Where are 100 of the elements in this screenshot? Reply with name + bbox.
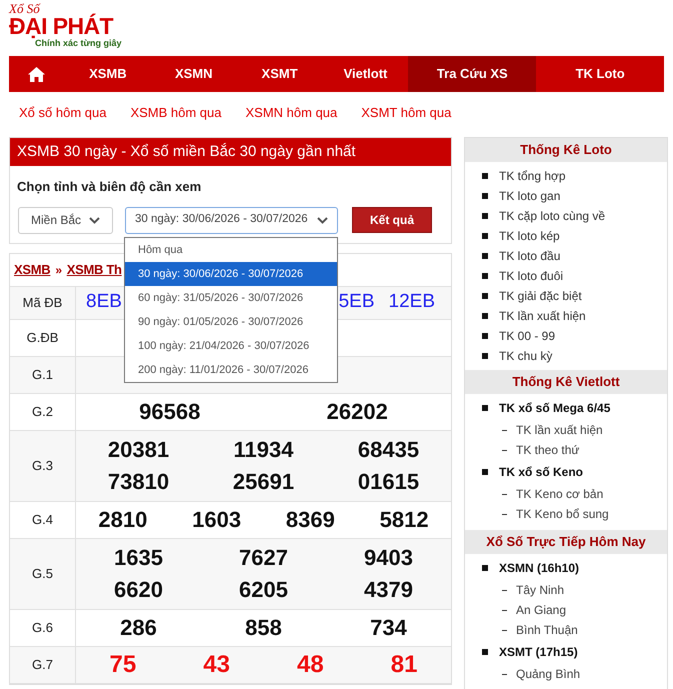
prize-number: 8369 <box>284 506 336 534</box>
prize-number: 858 <box>244 614 283 642</box>
quick-link[interactable]: XSMB hôm qua <box>130 103 222 123</box>
special-code: 5EB <box>338 290 375 314</box>
special-code: 12EB <box>388 290 435 314</box>
province-select[interactable]: Miền Bắc <box>18 206 113 234</box>
chevron-down-icon <box>89 216 100 224</box>
section-heading: Thống Kê Loto <box>465 138 667 162</box>
prize-number: 25691 <box>232 468 296 496</box>
sidebar-link[interactable]: TK tổng hợp <box>499 167 566 185</box>
panel-title: XSMB 30 ngày - Xổ số miền Bắc 30 ngày gần nhất <box>10 138 451 166</box>
home-icon <box>28 66 46 82</box>
bullet-icon <box>482 405 488 411</box>
bullet-icon <box>482 353 488 359</box>
prize-number: 96568 <box>138 398 202 426</box>
sidebar-link[interactable]: TK Keno cơ bản <box>516 485 604 503</box>
group-link[interactable]: XSMN (16h10) <box>499 559 580 577</box>
logo-title: ĐẠI PHÁT <box>9 15 114 38</box>
prize-label: G.6 <box>10 610 76 646</box>
quick-link[interactable]: XSMN hôm qua <box>246 103 338 123</box>
logo-tagline: Chính xác từng giây <box>35 39 123 48</box>
bullet-icon <box>482 333 488 339</box>
sidebar-link[interactable]: TK loto kép <box>499 227 560 245</box>
sidebar-link[interactable]: TK 00 - 99 <box>499 327 556 345</box>
sidebar-link[interactable]: TK giải đặc biệt <box>499 287 582 305</box>
sidebar-link[interactable]: TK lần xuất hiện <box>499 307 586 325</box>
prize-number: 6205 <box>238 576 289 604</box>
prize-label: G.4 <box>10 502 76 538</box>
quick-link[interactable]: Xổ số hôm qua <box>19 103 106 123</box>
bullet-icon <box>482 649 488 655</box>
bullet-icon <box>482 173 488 179</box>
prize-number: 1603 <box>191 506 242 534</box>
group-link[interactable]: TK xổ số Keno <box>499 463 584 481</box>
dropdown-option[interactable]: 200 ngày: 11/01/2026 - 30/07/2026 <box>125 358 337 382</box>
prize-number: 286 <box>119 614 158 642</box>
sidebar-link[interactable]: TK theo thứ <box>516 441 580 459</box>
nav-tab[interactable]: Tra Cứu XS <box>408 56 536 92</box>
prize-number: 7627 <box>238 544 289 572</box>
chevron-down-icon <box>317 216 328 224</box>
prize-number: 2810 <box>97 506 148 534</box>
dropdown-option[interactable]: 90 ngày: 01/05/2026 - 30/07/2026 <box>125 310 337 334</box>
section-heading: Thống Kê Vietlott <box>465 370 667 394</box>
prize-label: G.5 <box>10 538 76 608</box>
prize-number: 734 <box>369 614 408 642</box>
prize-number: 75 <box>108 650 138 680</box>
prize-label: G.1 <box>10 356 76 392</box>
quick-link[interactable]: XSMT hôm qua <box>361 103 452 123</box>
prize-number: 73810 <box>106 468 170 496</box>
sidebar-link[interactable]: TK lần xuất hiện <box>516 421 603 439</box>
range-select[interactable]: 30 ngày: 30/06/2026 - 30/07/2026 <box>125 206 338 234</box>
sidebar-link[interactable]: Tây Ninh <box>516 581 564 599</box>
prize-number: 68435 <box>356 436 420 464</box>
sidebar-link[interactable]: Quảng Bình <box>516 665 580 683</box>
prize-number: 1635 <box>113 544 164 572</box>
sidebar-link[interactable]: TK chu kỳ <box>499 347 552 365</box>
bullet-icon <box>482 565 488 571</box>
prize-label: G.7 <box>10 646 76 682</box>
prize-label: G.2 <box>10 394 76 430</box>
group-link[interactable]: TK xổ số Mega 6/45 <box>499 399 610 417</box>
prize-number: 5812 <box>378 506 430 534</box>
form-label: Chọn tỉnh và biên độ cần xem <box>16 178 202 196</box>
prize-number: 26202 <box>326 398 389 426</box>
prize-number: 4379 <box>363 576 414 604</box>
sidebar-link[interactable]: TK Keno bổ sung <box>516 505 609 523</box>
prize-label: Mã ĐB <box>10 286 76 318</box>
logo-script: Xổ Số <box>9 2 42 15</box>
special-code: 8EB <box>86 290 122 314</box>
breadcrumb-link[interactable]: XSMB <box>14 260 50 280</box>
breadcrumb-separator: » <box>55 262 62 278</box>
group-link[interactable]: XSMT (17h15) <box>499 643 578 661</box>
prize-label: G.3 <box>10 430 76 500</box>
bullet-icon <box>482 293 488 299</box>
dropdown-option[interactable]: 100 ngày: 21/04/2026 - 30/07/2026 <box>125 334 337 358</box>
sidebar-link[interactable]: Bình Thuận <box>516 621 578 639</box>
prize-number: 9403 <box>363 544 414 572</box>
sidebar-link[interactable]: An Giang <box>516 601 566 619</box>
sidebar-link[interactable]: TK cặp loto cùng về <box>499 207 606 225</box>
prize-number: 6620 <box>113 576 164 604</box>
prize-number: 20381 <box>106 436 170 464</box>
breadcrumb-link[interactable]: XSMB Th <box>66 260 122 280</box>
prize-number: 43 <box>202 650 231 680</box>
bullet-icon <box>482 273 488 279</box>
sidebar-link[interactable]: TK loto đuôi <box>499 267 564 285</box>
prize-number: 11934 <box>232 436 294 464</box>
prize-number: 81 <box>390 650 418 680</box>
sidebar-link[interactable]: TK loto gan <box>499 187 560 205</box>
bullet-icon <box>482 233 488 239</box>
sidebar-link[interactable]: TK loto đầu <box>499 247 560 265</box>
dropdown-option[interactable]: 30 ngày: 30/06/2026 - 30/07/2026 <box>125 262 337 286</box>
bullet-icon <box>482 193 488 199</box>
dropdown-option[interactable]: Hôm qua <box>125 238 337 262</box>
dropdown-option[interactable]: 60 ngày: 31/05/2026 - 30/07/2026 <box>125 286 337 310</box>
prize-label: G.ĐB <box>10 320 76 356</box>
prize-number: 01615 <box>356 468 420 496</box>
submit-button[interactable]: Kết quả <box>352 207 432 233</box>
bullet-icon <box>482 253 488 259</box>
bullet-icon <box>482 469 488 475</box>
section-heading: Xổ Số Trực Tiếp Hôm Nay <box>465 530 667 554</box>
bullet-icon <box>482 213 488 219</box>
prize-number: 48 <box>296 650 325 680</box>
